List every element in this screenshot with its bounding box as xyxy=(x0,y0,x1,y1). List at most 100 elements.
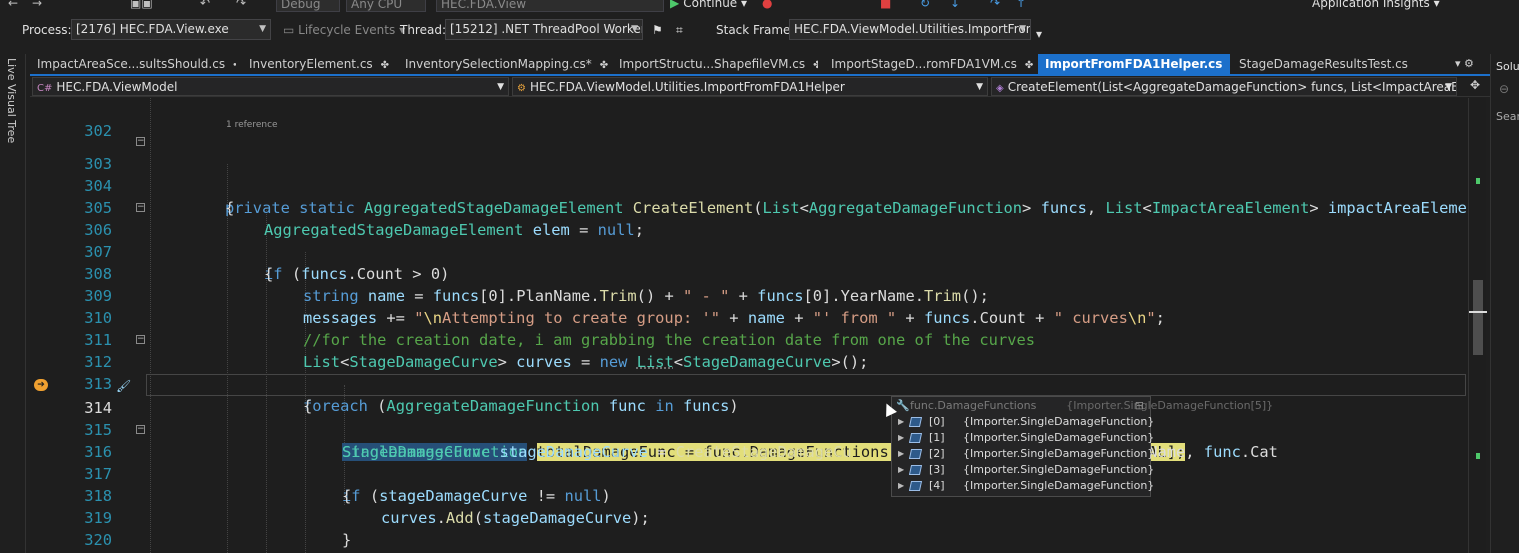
restart-icon[interactable]: ↻ xyxy=(920,0,930,10)
continue-label: Continue xyxy=(683,0,738,10)
object-icon xyxy=(908,417,923,427)
change-marker xyxy=(1476,178,1480,184)
thread-select[interactable]: [15212] .NET ThreadPool Worker ▼ xyxy=(445,19,643,40)
datatip-expression: func.DamageFunctions xyxy=(910,399,1037,412)
pin-icon[interactable]: ✤ xyxy=(381,60,389,71)
back-icon[interactable]: ⊖ xyxy=(1499,82,1509,96)
class-icon: ⚙ xyxy=(517,83,526,94)
project-value: HEC.FDA.ViewModel xyxy=(56,80,178,94)
expand-arrow-icon[interactable]: ▶ xyxy=(898,430,904,446)
collapse-icon[interactable]: − xyxy=(136,203,145,212)
datatip-item[interactable]: ▶ [4] {Importer.SingleDamageFunction} xyxy=(892,478,1154,494)
lifecycle-events-button[interactable]: ▭ Lifecycle Events ▾ xyxy=(283,23,405,37)
chevron-down-icon: ▼ xyxy=(631,24,638,34)
live-visual-tree-tab[interactable]: Live Visual Tree xyxy=(5,58,18,143)
stop-icon[interactable]: ■ xyxy=(880,0,891,10)
startup-project-select[interactable]: HEC.FDA.View xyxy=(436,0,664,12)
back-icon[interactable]: ← xyxy=(8,0,18,10)
flag-icon[interactable]: ⚑ xyxy=(652,23,663,37)
platform-select[interactable]: Any CPU xyxy=(346,0,426,12)
tab-inventoryselectionmapping[interactable]: InventorySelectionMapping.cs* ✤ xyxy=(398,54,608,74)
expand-arrow-icon[interactable]: ▶ xyxy=(898,462,904,478)
save-all-icon[interactable]: ▣▣ xyxy=(130,0,153,10)
reference-codelens[interactable]: 1 reference xyxy=(226,120,278,130)
code-line: 306 − if (funcs.Count > 0) xyxy=(30,197,1468,284)
chevron-down-icon: ▼ xyxy=(497,82,504,92)
code-line: 302 xyxy=(30,98,1468,140)
split-icon[interactable]: ✥ xyxy=(1470,78,1480,92)
method-icon: ◈ xyxy=(996,83,1004,94)
tab-importstagedamagefromfda1vm[interactable]: ImportStageD...romFDA1VM.cs ✤ xyxy=(824,54,1036,74)
code-line: 321 xyxy=(30,531,1468,553)
code-line: 308 string name = funcs[0].PlanName.Trim… xyxy=(30,241,1468,305)
code-line: 303 − private static AggregatedStageDama… xyxy=(30,131,1468,218)
pin-icon[interactable]: ✤ xyxy=(600,60,608,71)
pin-icon[interactable]: ✤ xyxy=(813,60,818,71)
scrollbar-thumb[interactable] xyxy=(1473,280,1483,355)
collapse-icon[interactable]: − xyxy=(136,425,145,434)
member-select[interactable]: ◈ CreateElement(List<AggregateDamageFunct… xyxy=(991,77,1457,96)
tab-overflow-icons: ▾ ⚙ xyxy=(1455,57,1474,70)
project-select[interactable]: C# HEC.FDA.ViewModel ▼ xyxy=(32,77,509,96)
process-select[interactable]: [2176] HEC.FDA.View.exe ▼ xyxy=(71,19,271,40)
change-marker xyxy=(1476,453,1480,459)
forward-icon[interactable]: → xyxy=(32,0,42,10)
step-over-icon[interactable]: ↷ xyxy=(990,0,1000,10)
continue-button[interactable]: ▶ Continue ▾ xyxy=(670,0,747,10)
dropdown-icon[interactable]: ▾ xyxy=(1455,57,1461,70)
tab-importfromfda1helper[interactable]: ImportFromFDA1Helper.cs✤✕ xyxy=(1038,54,1230,74)
pin-icon[interactable]: 🔧 xyxy=(896,397,910,414)
vertical-scrollbar[interactable] xyxy=(1468,98,1487,553)
pin-icon[interactable]: ✤ xyxy=(233,60,236,71)
application-insights-button[interactable]: Application Insights ▾ xyxy=(1312,0,1440,10)
document-tabs: ImpactAreaSce...sultsShould.cs ✤ Inventor… xyxy=(30,54,1490,74)
thread-label: Thread: xyxy=(400,23,447,37)
step-into-icon[interactable]: ↓ xyxy=(950,0,960,10)
search-input[interactable]: Sear xyxy=(1496,110,1519,123)
debugger-datatip[interactable]: 🔧 func.DamageFunctions {Importer.SingleDa… xyxy=(891,396,1273,497)
code-line: 320 } xyxy=(30,507,1468,549)
tab-inventoryelement[interactable]: InventoryElement.cs ✤ xyxy=(242,54,392,74)
object-icon xyxy=(908,449,923,459)
collapse-icon[interactable]: − xyxy=(136,137,145,146)
item-value: {Importer.SingleDamageFunction} xyxy=(963,447,1155,460)
undo-icon[interactable]: ↶ xyxy=(200,0,210,10)
redo-icon[interactable]: ↷ xyxy=(236,0,246,10)
current-code-line: 314 🖌 SingleDamageFunction totalDamageFu… xyxy=(30,375,1468,461)
step-out-icon[interactable]: ↑ xyxy=(1016,0,1026,10)
datatip-item[interactable]: ▶ [2] {Importer.SingleDamageFunction} xyxy=(892,446,1154,462)
tab-impactareasceresultsshould[interactable]: ImpactAreaSce...sultsShould.cs ✤ xyxy=(30,54,236,74)
tab-label: StageDamageResultsTest.cs xyxy=(1239,57,1408,71)
gear-icon[interactable]: ⚙ xyxy=(1464,57,1474,70)
item-value: {Importer.SingleDamageFunction} xyxy=(963,431,1155,444)
hot-reload-icon[interactable]: ● xyxy=(762,0,772,10)
pin-icon[interactable]: ✤ xyxy=(1025,60,1033,71)
collapse-icon[interactable]: − xyxy=(136,335,145,344)
datatip-item[interactable]: ▶ [0] {Importer.SingleDamageFunction} xyxy=(892,414,1154,430)
item-name: [2] xyxy=(929,447,945,460)
expand-icon[interactable]: ⊟ xyxy=(1135,397,1144,414)
stack-frame-select[interactable]: HEC.FDA.ViewModel.Utilities.ImportFrom ▼ xyxy=(789,19,1031,40)
class-select[interactable]: ⚙ HEC.FDA.ViewModel.Utilities.ImportFromF… xyxy=(512,77,988,96)
process-label: Process: xyxy=(22,23,72,37)
expand-arrow-icon[interactable]: ▶ xyxy=(898,446,904,462)
chevron-down-icon: ▼ xyxy=(976,82,983,92)
member-value: CreateElement(List<AggregateDamageFuncti… xyxy=(1007,80,1456,94)
code-editor[interactable]: 1 reference ➔ 302 303 − private static A… xyxy=(30,98,1468,553)
tab-stagedamageresultstest[interactable]: StageDamageResultsTest.cs xyxy=(1232,54,1412,74)
expand-arrow-icon[interactable]: ▶ xyxy=(898,414,904,430)
expand-arrow-icon[interactable]: ▶ xyxy=(898,478,904,494)
code-line: 311 List<StageDamageCurve> curves = new … xyxy=(30,307,1468,371)
datatip-item[interactable]: ▶ [3] {Importer.SingleDamageFunction} xyxy=(892,462,1154,478)
quick-action-icon[interactable]: 🖌 xyxy=(116,375,131,397)
code-line: 309 messages += "\nAttempting to create … xyxy=(30,263,1468,327)
object-icon xyxy=(908,465,923,475)
overflow-icon[interactable]: ▾ xyxy=(1036,27,1042,41)
tab-label: ImportFromFDA1Helper.cs xyxy=(1045,57,1223,71)
filter-icon[interactable]: ⌗ xyxy=(676,23,683,38)
tab-importstructureshapefilevm[interactable]: ImportStructu...ShapefileVM.cs ✤ xyxy=(612,54,818,74)
chevron-down-icon: ▼ xyxy=(1445,82,1452,92)
configuration-select[interactable]: Debug xyxy=(276,0,340,12)
scroll-position-marker xyxy=(1469,311,1487,313)
datatip-item[interactable]: ▶ [1] {Importer.SingleDamageFunction} xyxy=(892,430,1154,446)
